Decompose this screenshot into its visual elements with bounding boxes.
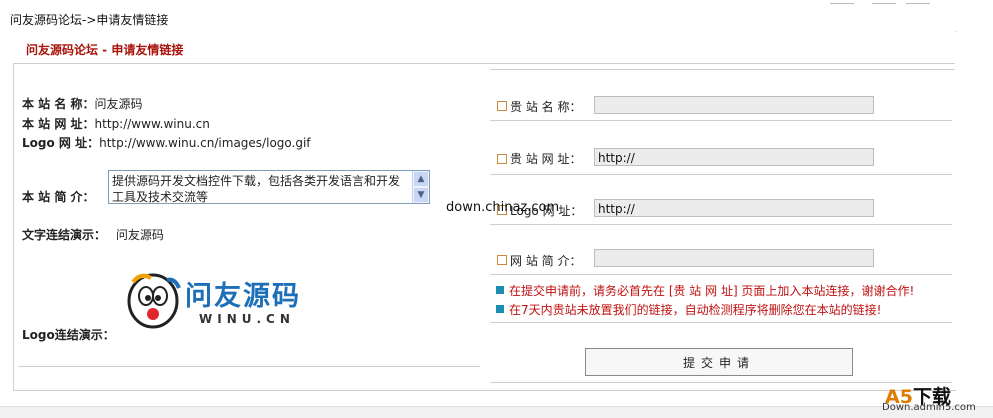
breadcrumb-current: 申请友情链接 (96, 13, 169, 27)
scroll-down-icon[interactable]: ▼ (414, 188, 428, 202)
site-name-label: 本 站 名 称： (22, 97, 95, 111)
right-top-divider (490, 69, 955, 70)
logo-cn-text: 问友源码 (185, 281, 301, 312)
top-strip (0, 0, 993, 6)
your-logo-url-input[interactable]: http:// (594, 199, 874, 217)
your-site-intro-input[interactable] (594, 249, 874, 267)
notice-add-link: 在提交申请前，请务必首先在 [贵 站 网 址] 页面上加入本站连接，谢谢合作! (509, 284, 915, 298)
scroll-up-icon[interactable]: ▲ (414, 172, 428, 186)
field-marker-icon (497, 101, 507, 111)
your-site-url-input[interactable]: http:// (594, 148, 874, 166)
your-site-intro-label: 网 站 简 介： (510, 254, 582, 268)
breadcrumb-site-link[interactable]: 问友源码论坛 (10, 13, 82, 27)
row-divider (490, 224, 952, 225)
notice-bullet-icon (496, 305, 504, 313)
top-tab-1[interactable] (830, 0, 854, 4)
row-divider (490, 120, 952, 121)
top-tab-2[interactable] (872, 0, 896, 4)
site-name-row: 本 站 名 称：问友源码 (22, 95, 143, 112)
row-divider (490, 274, 952, 275)
row-divider (490, 322, 952, 323)
your-site-name-input[interactable] (594, 96, 874, 114)
text-link-demo-row: 文字连结演示： 问友源码 (22, 226, 164, 243)
text-link-demo-label: 文字连结演示： (22, 228, 107, 242)
logo-link-demo-label: Logo连结演示： (22, 328, 115, 342)
logo-url-value: http://www.winu.cn/images/logo.gif (99, 136, 311, 150)
row-divider (490, 174, 952, 175)
site-intro-textarea[interactable]: 提供源码开发文档控件下载，包括各类开发语言和开发工具及技术交流等 ▲ ▼ (108, 170, 430, 204)
text-link-demo-link[interactable]: 问友源码 (116, 228, 164, 242)
logo-url-label: Logo 网 址： (22, 136, 100, 150)
left-bottom-divider (18, 366, 480, 367)
top-tab-3[interactable] (906, 0, 930, 4)
row-divider (490, 382, 952, 383)
site-url-label: 本 站 网 址： (22, 117, 95, 131)
breadcrumb-separator: -> (82, 13, 97, 27)
site-url-value: http://www.winu.cn (94, 117, 210, 131)
panel-title: 问友源码论坛 - 申请友情链接 (26, 43, 184, 57)
field-marker-icon (497, 255, 507, 265)
notice-bullet-icon (496, 286, 504, 294)
notice-auto-check: 在7天内贵站未放置我们的链接，自动检测程序将删除您在本站的链接! (509, 303, 882, 317)
logo-en-text: WINU.CN (199, 312, 295, 326)
logo-url-row: Logo 网 址：http://www.winu.cn/images/logo.… (22, 134, 311, 151)
submit-application-button[interactable]: 提交申请 (585, 348, 853, 376)
intro-label: 本 站 简 介： (22, 190, 95, 204)
watermark-text: down.chinaz.com (446, 200, 560, 215)
site-url-row: 本 站 网 址：http://www.winu.cn (22, 115, 210, 132)
breadcrumb: 问友源码论坛->申请友情链接 (10, 11, 168, 28)
field-marker-icon (497, 154, 507, 164)
intro-scrollbar[interactable]: ▲ ▼ (412, 171, 429, 203)
site-intro-text: 提供源码开发文档控件下载，包括各类开发语言和开发工具及技术交流等 (112, 174, 401, 204)
site-logo-link[interactable]: 问友源码 WINU.CN (127, 272, 317, 330)
your-site-url-label: 贵 站 网 址： (510, 152, 582, 166)
your-site-name-label: 贵 站 名 称： (510, 100, 582, 114)
site-name-value: 问友源码 (94, 97, 143, 111)
bottom-band (0, 406, 993, 418)
a5-brand-url: Down.admin5.com (882, 402, 976, 413)
